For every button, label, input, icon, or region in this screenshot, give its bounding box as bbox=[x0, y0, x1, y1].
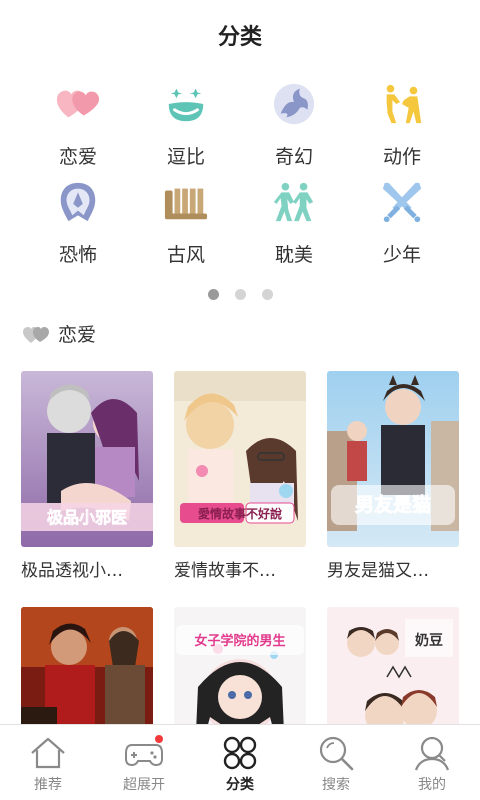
hearts-icon bbox=[22, 322, 50, 346]
comic-cover-text: 愛情故事不好說 bbox=[198, 506, 282, 521]
comic-card[interactable]: 愛情故事不好說 爱情故事不… bbox=[174, 371, 306, 581]
section-header: 恋爱 bbox=[22, 320, 96, 347]
tab-super-expand[interactable]: 超展开 bbox=[96, 725, 192, 800]
comic-title: 男友是猫又… bbox=[327, 561, 429, 581]
home-icon bbox=[31, 737, 65, 769]
fighters-icon bbox=[378, 80, 426, 128]
category-fantasy[interactable]: 奇幻 bbox=[240, 80, 348, 178]
two-people-icon bbox=[270, 178, 318, 226]
tab-label: 超展开 bbox=[123, 777, 165, 793]
profile-icon bbox=[414, 736, 450, 771]
tab-label: 搜索 bbox=[322, 777, 350, 793]
category-label: 恐怖 bbox=[58, 244, 97, 266]
comic-cover[interactable]: 男友是猫 bbox=[327, 371, 459, 547]
comic-cover[interactable]: 愛情故事不好說 bbox=[174, 371, 306, 547]
search-icon bbox=[319, 736, 354, 771]
category-funny[interactable]: 逗比 bbox=[132, 80, 240, 178]
ghost-icon bbox=[54, 178, 102, 226]
category-label: 动作 bbox=[382, 146, 421, 168]
page-dot[interactable] bbox=[234, 289, 246, 300]
comic-card[interactable]: 男友是猫 男友是猫又… bbox=[327, 371, 459, 581]
crossed-swords-icon bbox=[378, 178, 426, 226]
section-title: 恋爱 bbox=[58, 324, 97, 346]
tab-recommend[interactable]: 推荐 bbox=[0, 725, 96, 800]
category-label: 耽美 bbox=[274, 244, 313, 266]
comic-title: 爱情故事不… bbox=[174, 561, 276, 581]
category-label: 少年 bbox=[382, 244, 421, 266]
category-icon bbox=[223, 736, 257, 770]
page-indicator bbox=[0, 289, 480, 300]
page-dot[interactable] bbox=[261, 289, 273, 300]
comic-cover[interactable]: 极品小邪医 bbox=[21, 371, 153, 547]
category-ancient[interactable]: 古风 bbox=[132, 178, 240, 276]
category-action[interactable]: 动作 bbox=[348, 80, 456, 178]
comic-title: 极品透视小… bbox=[21, 561, 123, 581]
comic-card[interactable]: 极品小邪医 极品透视小… bbox=[21, 371, 153, 581]
comic-cover-text: 极品小邪医 bbox=[47, 508, 127, 527]
funny-face-icon bbox=[162, 80, 210, 128]
comic-cover-text: 男友是猫 bbox=[355, 493, 431, 516]
tab-label: 分类 bbox=[226, 777, 254, 793]
page-title: 分类 bbox=[217, 25, 262, 50]
comic-cover-text: 女子学院的男生 bbox=[194, 633, 285, 649]
dragon-icon bbox=[270, 80, 318, 128]
category-horror[interactable]: 恐怖 bbox=[24, 178, 132, 276]
category-label: 奇幻 bbox=[274, 146, 313, 168]
category-label: 恋爱 bbox=[58, 146, 97, 168]
tab-category[interactable]: 分类 bbox=[192, 725, 288, 800]
scroll-icon bbox=[162, 178, 210, 226]
bottom-tab-bar: 推荐 超展开 分类 搜索 我的 bbox=[0, 724, 480, 800]
category-bl[interactable]: 耽美 bbox=[240, 178, 348, 276]
tab-label: 推荐 bbox=[34, 777, 62, 793]
tab-search[interactable]: 搜索 bbox=[288, 725, 384, 800]
tab-label: 我的 bbox=[418, 777, 446, 793]
category-grid: 恋爱 逗比 奇幻 动作 恐怖 古风 耽美 少年 bbox=[0, 80, 480, 276]
category-label: 逗比 bbox=[166, 146, 205, 168]
page-dot[interactable] bbox=[207, 289, 219, 300]
notification-badge bbox=[155, 735, 163, 743]
category-romance[interactable]: 恋爱 bbox=[24, 80, 132, 178]
comic-cover-text: 奶豆 bbox=[415, 632, 443, 649]
hearts-icon bbox=[54, 80, 102, 128]
category-label: 古风 bbox=[166, 244, 205, 266]
tab-profile[interactable]: 我的 bbox=[384, 725, 480, 800]
category-shonen[interactable]: 少年 bbox=[348, 178, 456, 276]
top-header: 分类 bbox=[0, 0, 480, 70]
